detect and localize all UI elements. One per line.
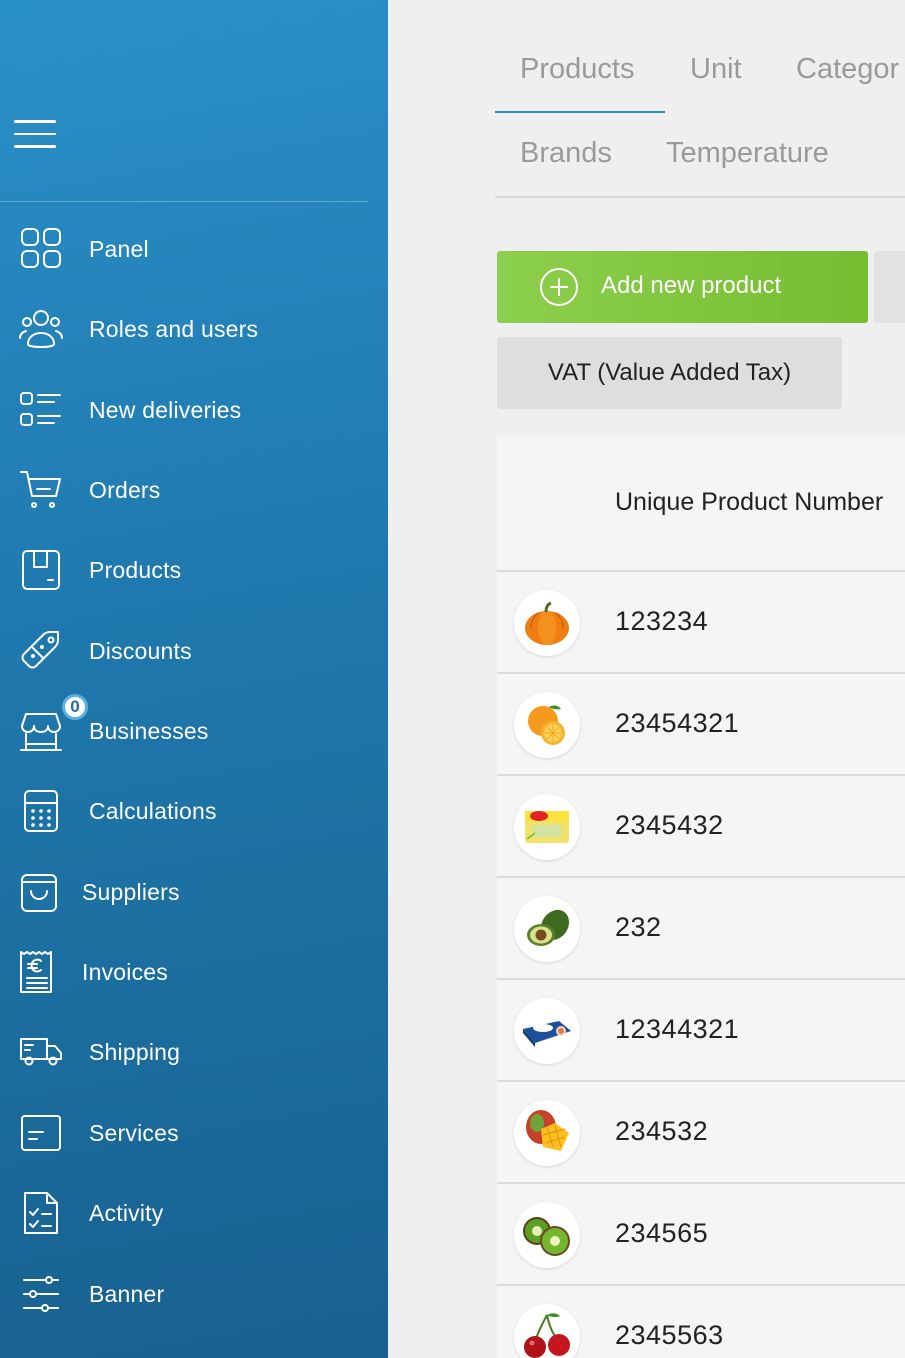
tab-categories[interactable]: Categor [796, 53, 899, 86]
sidebar-item-label: Shipping [89, 1038, 181, 1065]
table-row[interactable]: 234532 [497, 1082, 905, 1184]
sidebar-item-label: Activity [89, 1199, 164, 1226]
product-image-mango [514, 1100, 580, 1166]
sidebar-item-label: New deliveries [89, 396, 242, 423]
sidebar-item-suppliers[interactable]: Suppliers [0, 862, 388, 922]
bag-icon [14, 867, 64, 917]
sidebar-item-label: Products [89, 556, 182, 583]
cart-icon [16, 465, 66, 515]
sidebar-item-label: Services [89, 1119, 179, 1146]
product-number: 234532 [615, 1116, 709, 1146]
sidebar-item-new-deliveries[interactable]: New deliveries [0, 380, 388, 440]
product-number: 232 [615, 912, 662, 942]
sidebar-item-invoices[interactable]: Invoices [0, 942, 388, 1002]
euro-receipt-icon [12, 947, 62, 997]
column-header-unique-product-number[interactable]: Unique Product Number [615, 488, 883, 517]
vat-button[interactable]: VAT (Value Added Tax) [497, 337, 842, 409]
plus-circle-icon [540, 268, 578, 306]
tab-unit[interactable]: Unit [690, 53, 742, 86]
active-tab-indicator [495, 111, 665, 113]
card-icon [16, 1108, 66, 1158]
sidebar-item-services[interactable]: Services [0, 1103, 388, 1163]
tab-temperature[interactable]: Temperature [666, 137, 829, 170]
list-icon [16, 385, 66, 435]
sidebar: Panel Roles and users New deliveries Ord… [0, 0, 388, 1358]
add-new-product-button[interactable]: Add new product [497, 251, 868, 323]
sidebar-item-label: Panel [89, 235, 149, 262]
users-icon [16, 304, 66, 354]
calculator-icon [16, 786, 66, 836]
sidebar-item-label: Roles and users [89, 315, 259, 342]
product-image-butter-pack [514, 998, 580, 1064]
sliders-icon [16, 1269, 66, 1319]
tab-products[interactable]: Products [520, 53, 634, 86]
sidebar-item-businesses[interactable]: 0 Businesses [0, 694, 388, 761]
product-image-pumpkin [514, 590, 580, 656]
product-image-tea-box [514, 794, 580, 860]
sidebar-item-discounts[interactable]: Discounts [0, 621, 388, 681]
product-image-oranges [514, 692, 580, 758]
product-image-cherries [514, 1304, 580, 1358]
product-number: 234565 [615, 1218, 709, 1248]
tag-icon [16, 626, 66, 676]
sidebar-item-activity[interactable]: Activity [0, 1183, 388, 1243]
truck-icon [16, 1027, 66, 1077]
table-row[interactable]: 123234 [497, 572, 905, 674]
sidebar-item-label: Banner [89, 1280, 165, 1307]
sidebar-item-label: Calculations [89, 797, 217, 824]
table-row[interactable]: 234565 [497, 1184, 905, 1286]
table-row[interactable]: 2345563 [497, 1286, 905, 1358]
product-number: 12344321 [615, 1014, 740, 1044]
sidebar-item-roles-and-users[interactable]: Roles and users [0, 299, 388, 359]
table-row[interactable]: 12344321 [497, 980, 905, 1082]
secondary-action-button[interactable] [874, 251, 905, 323]
product-number: 123234 [615, 606, 709, 636]
product-number: 23454321 [615, 708, 740, 738]
table-row[interactable]: 232 [497, 878, 905, 980]
sidebar-item-banner[interactable]: Banner [0, 1264, 388, 1324]
add-new-product-label: Add new product [601, 272, 782, 299]
table-row[interactable]: 2345432 [497, 776, 905, 878]
sidebar-divider [0, 201, 368, 202]
tab-brands[interactable]: Brands [520, 137, 612, 170]
sidebar-item-label: Invoices [82, 958, 168, 985]
store-icon: 0 [16, 694, 88, 756]
sidebar-item-shipping[interactable]: Shipping [0, 1022, 388, 1082]
box-icon [16, 545, 66, 595]
sidebar-item-label: Businesses [89, 717, 209, 744]
sidebar-item-orders[interactable]: Orders [0, 460, 388, 520]
checklist-icon [16, 1188, 66, 1238]
grid-icon [16, 224, 66, 274]
sidebar-item-products[interactable]: Products [0, 540, 388, 600]
sidebar-item-label: Discounts [89, 637, 192, 664]
sidebar-item-panel[interactable]: Panel [0, 219, 388, 279]
table-row[interactable]: 23454321 [497, 674, 905, 776]
table-header: Unique Product Number [497, 435, 905, 572]
product-number: 2345563 [615, 1320, 724, 1350]
product-image-avocado [514, 896, 580, 962]
products-table: Unique Product Number 123234 23454321 23… [497, 435, 905, 1358]
product-image-kiwi [514, 1202, 580, 1268]
product-number: 2345432 [615, 810, 724, 840]
sidebar-item-label: Orders [89, 476, 161, 503]
notification-badge: 0 [62, 694, 88, 720]
hamburger-menu-icon[interactable] [14, 120, 56, 150]
tabs-divider [495, 196, 905, 198]
sidebar-item-calculations[interactable]: Calculations [0, 781, 388, 841]
sidebar-item-label: Suppliers [82, 878, 180, 905]
